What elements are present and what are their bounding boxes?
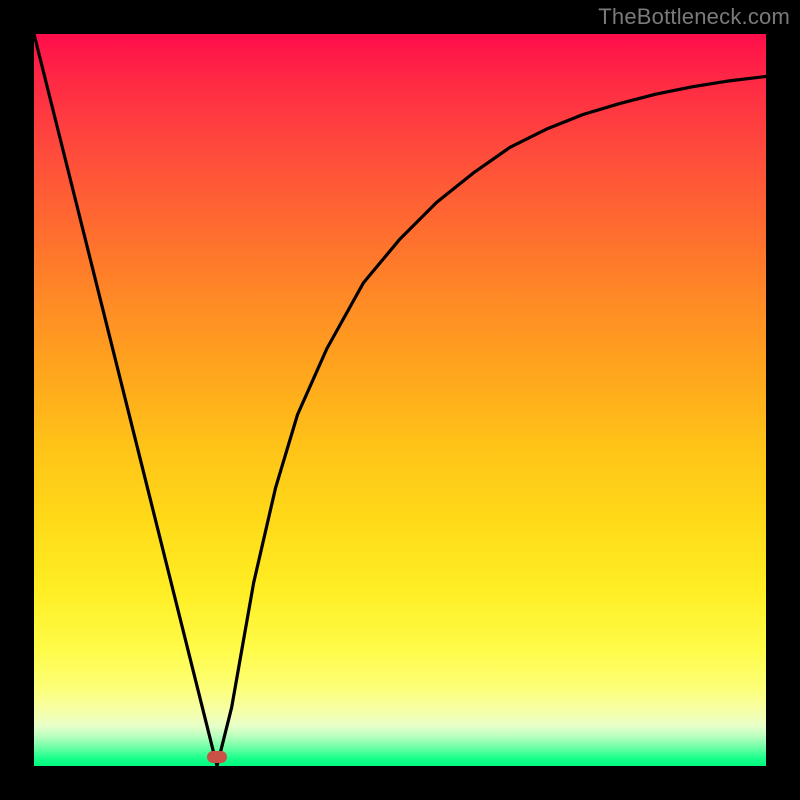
bottleneck-curve — [34, 34, 766, 766]
bottleneck-marker — [207, 751, 227, 763]
watermark-text: TheBottleneck.com — [598, 4, 790, 30]
plot-area — [34, 34, 766, 766]
curve-path — [34, 34, 766, 766]
chart-frame: TheBottleneck.com — [0, 0, 800, 800]
